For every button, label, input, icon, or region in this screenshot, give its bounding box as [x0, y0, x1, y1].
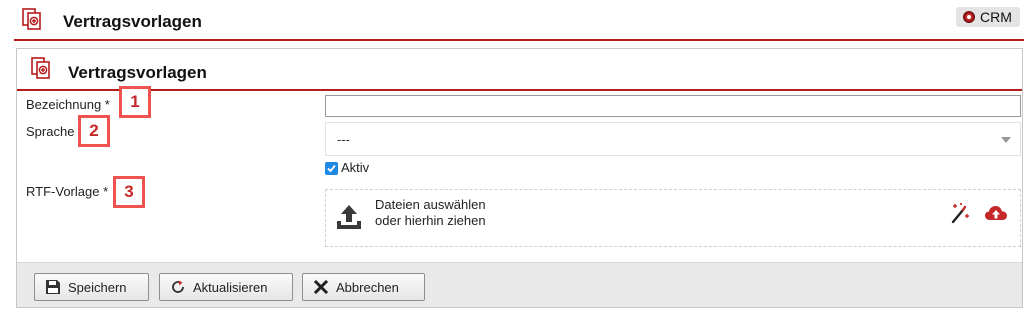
checkmark-icon [327, 164, 336, 173]
document-add-icon [22, 8, 41, 30]
rtf-vorlage-label: RTF-Vorlage * [26, 184, 109, 199]
dropzone-line1: Dateien auswählen [375, 197, 486, 212]
header-divider [14, 39, 1024, 41]
sprache-label: Sprache [26, 124, 75, 139]
caret-down-icon [1001, 137, 1011, 143]
record-icon [963, 11, 975, 23]
marker-3: 3 [113, 176, 145, 208]
app-header: Vertragsvorlagen CRM [0, 0, 1024, 40]
upload-icon [337, 205, 361, 229]
file-dropzone[interactable]: Dateien auswählen oder hierhin ziehen [325, 189, 1021, 247]
sprache-select[interactable]: --- [325, 122, 1021, 156]
cloud-upload-icon[interactable] [984, 203, 1008, 223]
contract-template-panel: Vertragsvorlagen Bezeichnung * 1 Sprache… [16, 48, 1023, 308]
page-title: Vertragsvorlagen [63, 12, 202, 31]
save-button-label: Speichern [68, 279, 127, 295]
marker-2: 2 [78, 115, 110, 147]
cancel-button-label: Abbrechen [336, 279, 399, 295]
refresh-button[interactable]: Aktualisieren [159, 273, 293, 301]
document-add-icon [31, 57, 50, 79]
save-button[interactable]: Speichern [34, 273, 149, 301]
cancel-button[interactable]: Abbrechen [302, 273, 425, 301]
magic-wand-icon[interactable] [949, 202, 971, 224]
sprache-select-value: --- [337, 131, 350, 147]
panel-divider [17, 89, 1022, 91]
save-icon [46, 280, 60, 294]
refresh-button-label: Aktualisieren [193, 279, 268, 295]
form-footer: Speichern Aktualisieren Abbrechen [17, 262, 1022, 307]
dropzone-line2: oder hierhin ziehen [375, 213, 486, 228]
aktiv-checkbox[interactable] [325, 162, 338, 175]
panel-title: Vertragsvorlagen [68, 63, 207, 82]
bezeichnung-input[interactable] [325, 95, 1021, 117]
aktiv-label: Aktiv [341, 160, 370, 175]
panel-header: Vertragsvorlagen [17, 49, 1022, 89]
crm-badge[interactable]: CRM [956, 7, 1020, 27]
bezeichnung-label: Bezeichnung * [26, 97, 110, 112]
refresh-icon [172, 280, 184, 293]
close-icon [313, 279, 329, 295]
crm-badge-label: CRM [980, 9, 1012, 25]
marker-1: 1 [119, 86, 151, 118]
